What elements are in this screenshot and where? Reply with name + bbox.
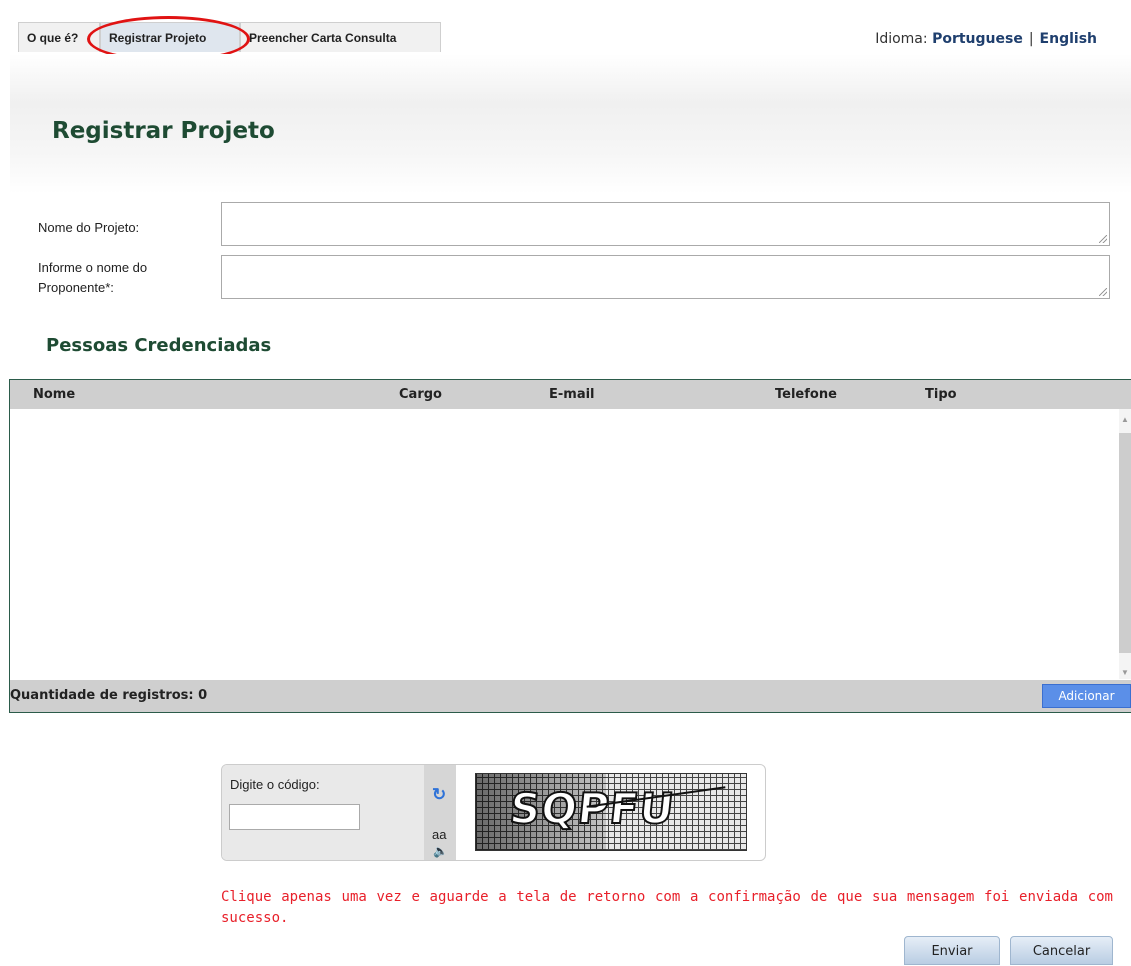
column-header-nome[interactable]: Nome <box>33 387 75 402</box>
resize-grip-icon[interactable] <box>1099 288 1107 296</box>
submit-button[interactable]: Enviar <box>904 936 1000 965</box>
captcha-image-text: SQPFU <box>506 783 678 834</box>
project-name-field[interactable] <box>221 202 1110 246</box>
column-header-telefone[interactable]: Telefone <box>775 387 837 402</box>
captcha-input[interactable] <box>229 804 360 830</box>
captcha-image: SQPFU <box>475 773 747 851</box>
tab-preencher-carta-consulta[interactable]: Preencher Carta Consulta <box>240 22 441 52</box>
grid-footer: Quantidade de registros: 0 Adicionar <box>10 680 1131 712</box>
column-header-cargo[interactable]: Cargo <box>399 387 442 402</box>
proponent-label-line2: Proponente*: <box>38 280 114 295</box>
grid-header: Nome Cargo E-mail Telefone Tipo <box>10 380 1131 409</box>
column-header-email[interactable]: E-mail <box>549 387 595 402</box>
proponent-field[interactable] <box>221 255 1110 299</box>
proponent-label-line1: Informe o nome do <box>38 260 148 275</box>
submit-notice: Clique apenas uma vez e aguarde a tela d… <box>221 889 1113 926</box>
speaker-icon[interactable]: 🔈 <box>433 844 448 858</box>
page-title: Registrar Projeto <box>52 118 275 144</box>
refresh-icon[interactable]: ↻ <box>432 785 446 805</box>
captcha-label: Digite o código: <box>230 777 320 792</box>
captcha-entry-panel: Digite o código: <box>222 765 424 860</box>
captcha-widget: Digite o código: ↻ aa 🔈 SQPFU <box>221 764 766 861</box>
resize-grip-icon[interactable] <box>1099 235 1107 243</box>
scroll-down-icon[interactable]: ▼ <box>1121 668 1129 677</box>
tab-registrar-projeto[interactable]: Registrar Projeto <box>100 22 240 52</box>
proponent-label: Informe o nome do Proponente*: <box>38 258 147 298</box>
grid-scrollbar[interactable]: ▲ ▼ <box>1119 409 1131 679</box>
add-button[interactable]: Adicionar <box>1042 684 1131 708</box>
language-portuguese-link[interactable]: Portuguese <box>932 31 1023 47</box>
tab-o-que-e[interactable]: O que é? <box>18 22 100 52</box>
scrollbar-thumb[interactable] <box>1119 433 1131 653</box>
scroll-up-icon[interactable]: ▲ <box>1121 415 1129 424</box>
cancel-button[interactable]: Cancelar <box>1010 936 1113 965</box>
people-section-title: Pessoas Credenciadas <box>46 335 272 356</box>
record-count: Quantidade de registros: 0 <box>10 688 208 703</box>
audio-captcha-link[interactable]: aa <box>432 827 446 842</box>
language-english-link[interactable]: English <box>1040 31 1097 47</box>
column-header-tipo[interactable]: Tipo <box>925 387 957 402</box>
language-separator: | <box>1028 31 1034 47</box>
language-switcher: Idioma: Portuguese | English <box>875 31 1097 47</box>
language-label: Idioma: <box>875 31 928 47</box>
project-name-label: Nome do Projeto: <box>38 220 140 235</box>
captcha-tools: ↻ aa 🔈 <box>424 765 456 860</box>
people-grid: Nome Cargo E-mail Telefone Tipo ▲ ▼ Quan… <box>9 379 1131 713</box>
top-tabs: O que é? Registrar Projeto Preencher Car… <box>18 22 441 54</box>
